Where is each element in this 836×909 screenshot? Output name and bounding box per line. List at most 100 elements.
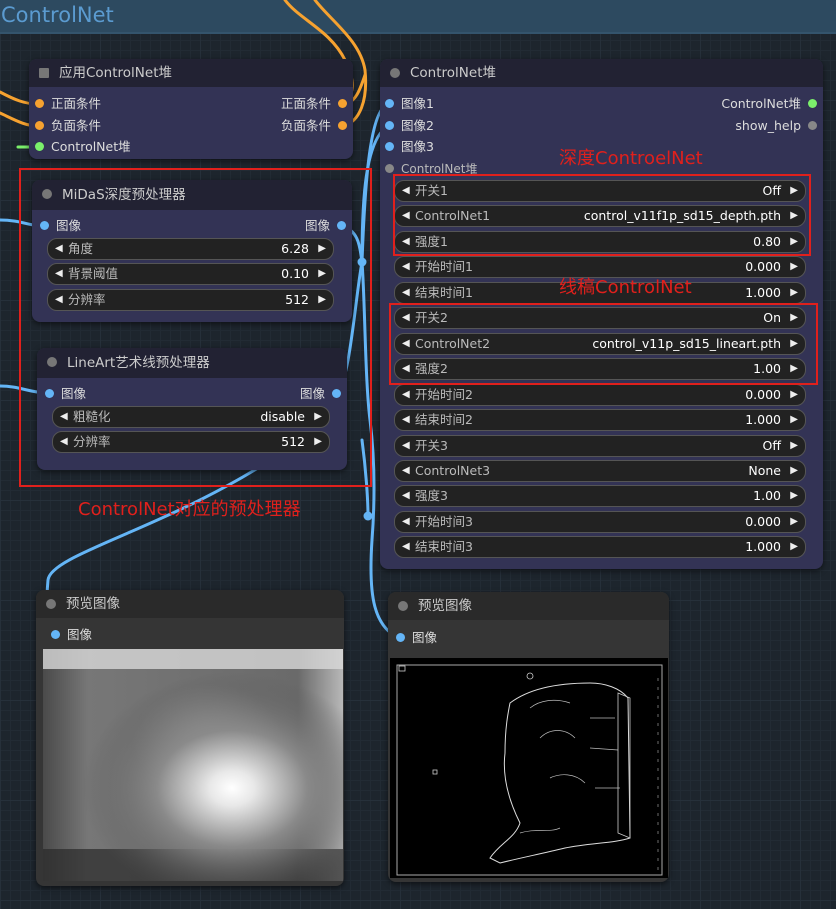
input-negative[interactable]: 负面条件 — [32, 116, 101, 136]
input-dot-icon[interactable] — [35, 121, 44, 130]
annotation-lineart-label: 线稿ControlNet — [559, 277, 692, 298]
input-controlnet-stack[interactable]: ControlNet堆 — [32, 137, 131, 157]
widget-label: 结束时间3 — [415, 539, 473, 554]
widget-value: 1.000 — [745, 539, 781, 554]
widget-label: 强度3 — [415, 488, 448, 503]
input-dot-icon[interactable] — [385, 142, 394, 151]
widget-end3[interactable]: ◀ 结束时间3 1.000 ▶ — [394, 536, 806, 558]
slot-label: 负面条件 — [51, 118, 102, 133]
widget-label: ControlNet3 — [415, 463, 491, 478]
widget-value: 1.00 — [753, 488, 781, 503]
slot-label: 负面条件 — [280, 118, 331, 133]
decrement-arrow-icon[interactable]: ◀ — [402, 410, 410, 430]
widget-value: Off — [762, 438, 781, 453]
lineart-preview-image — [390, 658, 668, 878]
decrement-arrow-icon[interactable]: ◀ — [402, 283, 410, 303]
decrement-arrow-icon[interactable]: ◀ — [402, 257, 410, 277]
slot-label: show_help — [735, 118, 801, 133]
increment-arrow-icon[interactable]: ▶ — [790, 486, 798, 506]
slot-label: 图像2 — [401, 118, 434, 133]
widget-controlnet3[interactable]: ◀ ControlNet3 None ▶ — [394, 460, 806, 482]
slot-label: 图像1 — [401, 96, 434, 111]
node-title-bar[interactable]: 应用ControlNet堆 — [29, 59, 353, 87]
widget-value: 0.000 — [745, 514, 781, 529]
widget-value: 0.000 — [745, 259, 781, 274]
slot-label: 正面条件 — [51, 96, 102, 111]
widget-start3[interactable]: ◀ 开始时间3 0.000 ▶ — [394, 511, 806, 533]
preview-image-node-right[interactable]: 预览图像 图像 — [388, 592, 669, 882]
output-dot-icon[interactable] — [808, 121, 817, 130]
node-title-bar[interactable]: 预览图像 — [388, 592, 669, 620]
output-positive[interactable]: 正面条件 — [281, 94, 350, 114]
decrement-arrow-icon[interactable]: ◀ — [402, 385, 410, 405]
widget-value: 0.000 — [745, 387, 781, 402]
node-title: 应用ControlNet堆 — [59, 65, 172, 81]
input-image3[interactable]: 图像3 — [382, 137, 434, 157]
increment-arrow-icon[interactable]: ▶ — [790, 410, 798, 430]
node-collapse-icon[interactable] — [39, 68, 49, 78]
decrement-arrow-icon[interactable]: ◀ — [402, 461, 410, 481]
slot-label: ControlNet堆 — [51, 139, 131, 154]
input-image1[interactable]: 图像1 — [382, 94, 434, 114]
decrement-arrow-icon[interactable]: ◀ — [402, 436, 410, 456]
node-collapse-icon[interactable] — [46, 599, 56, 609]
apply-controlnet-stack-node[interactable]: 应用ControlNet堆 正面条件 负面条件 ControlNet堆 正面条件… — [29, 59, 353, 159]
output-dot-icon[interactable] — [338, 99, 347, 108]
node-title: ControlNet堆 — [410, 65, 496, 81]
output-dot-icon[interactable] — [808, 99, 817, 108]
input-dot-icon[interactable] — [385, 99, 394, 108]
slot-label: 正面条件 — [280, 96, 331, 111]
node-collapse-icon[interactable] — [398, 601, 408, 611]
increment-arrow-icon[interactable]: ▶ — [790, 512, 798, 532]
decrement-arrow-icon[interactable]: ◀ — [402, 486, 410, 506]
slot-label: 图像 — [412, 630, 438, 645]
input-dot-icon[interactable] — [35, 99, 44, 108]
output-negative[interactable]: 负面条件 — [281, 116, 350, 136]
input-image[interactable]: 图像 — [48, 625, 92, 645]
reroute-dot-2 — [363, 511, 373, 521]
input-positive[interactable]: 正面条件 — [32, 94, 101, 114]
widget-strength3[interactable]: ◀ 强度3 1.00 ▶ — [394, 485, 806, 507]
increment-arrow-icon[interactable]: ▶ — [790, 257, 798, 277]
output-controlnet-stack[interactable]: ControlNet堆 — [721, 94, 820, 114]
annotation-lineart-box — [389, 303, 818, 385]
widget-end2[interactable]: ◀ 结束时间2 1.000 ▶ — [394, 409, 806, 431]
input-image[interactable]: 图像 — [393, 628, 437, 648]
slot-label: ControlNet堆 — [721, 96, 801, 111]
widget-switch3[interactable]: ◀ 开关3 Off ▶ — [394, 435, 806, 457]
annotation-depth-label: 深度ControelNet — [559, 148, 703, 169]
node-collapse-icon[interactable] — [390, 68, 400, 78]
input-image2[interactable]: 图像2 — [382, 116, 434, 136]
annotation-preprocessor-box — [19, 168, 372, 487]
output-dot-icon[interactable] — [338, 121, 347, 130]
input-dot-icon[interactable] — [51, 630, 60, 639]
input-dot-icon[interactable] — [385, 164, 394, 173]
annotation-depth-box — [393, 174, 811, 256]
slot-label: 图像 — [67, 627, 93, 642]
node-title: 预览图像 — [66, 596, 120, 612]
widget-label: 结束时间2 — [415, 412, 473, 427]
node-title-bar[interactable]: ControlNet堆 — [380, 59, 823, 87]
increment-arrow-icon[interactable]: ▶ — [790, 283, 798, 303]
widget-value: 1.000 — [745, 412, 781, 427]
node-title-bar[interactable]: 预览图像 — [36, 590, 344, 618]
widget-label: 开始时间1 — [415, 259, 473, 274]
node-title: 预览图像 — [418, 598, 472, 614]
widget-label: 开始时间2 — [415, 387, 473, 402]
widget-label: 开关3 — [415, 438, 448, 453]
decrement-arrow-icon[interactable]: ◀ — [402, 537, 410, 557]
widget-start2[interactable]: ◀ 开始时间2 0.000 ▶ — [394, 384, 806, 406]
input-dot-icon[interactable] — [385, 121, 394, 130]
slot-label: 图像3 — [401, 139, 434, 154]
input-dot-icon[interactable] — [396, 633, 405, 642]
increment-arrow-icon[interactable]: ▶ — [790, 537, 798, 557]
increment-arrow-icon[interactable]: ▶ — [790, 385, 798, 405]
increment-arrow-icon[interactable]: ▶ — [790, 461, 798, 481]
widget-value: 1.000 — [745, 285, 781, 300]
output-show-help[interactable]: show_help — [735, 116, 820, 136]
input-dot-icon[interactable] — [35, 142, 44, 151]
preview-image-node-left[interactable]: 预览图像 图像 — [36, 590, 344, 886]
widget-label: 结束时间1 — [415, 285, 473, 300]
decrement-arrow-icon[interactable]: ◀ — [402, 512, 410, 532]
increment-arrow-icon[interactable]: ▶ — [790, 436, 798, 456]
